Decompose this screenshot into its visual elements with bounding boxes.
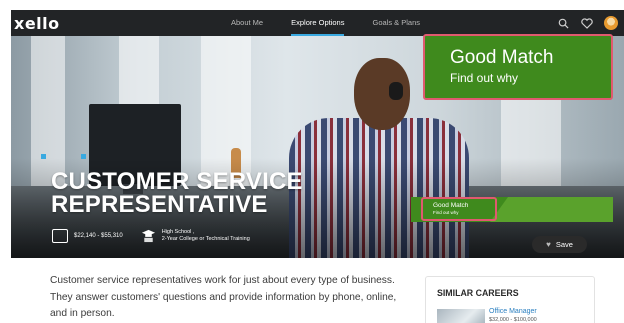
career-profile-page: xello About Me Explore Options Goals & P… <box>0 0 624 323</box>
heart-icon[interactable] <box>580 16 594 30</box>
career-description: Customer service representatives work fo… <box>50 275 397 319</box>
education-line-2: 2-Year College or Technical Training <box>161 235 250 242</box>
good-match-badge[interactable]: Good Match Find out why <box>421 197 497 221</box>
hero-dots <box>41 154 121 159</box>
match-bar-accent <box>490 197 613 222</box>
dot <box>41 154 46 159</box>
good-match-badge-title: Good Match <box>433 202 469 209</box>
nav-icons <box>546 10 618 36</box>
similar-career-salary: $32,000 - $100,000 <box>489 317 537 323</box>
salary-range: $22,140 - $55,310 <box>74 232 123 239</box>
xello-logo[interactable]: xello <box>14 14 60 33</box>
top-nav: xello About Me Explore Options Goals & P… <box>11 10 624 36</box>
avatar[interactable] <box>604 16 618 30</box>
nav-link-explore-options[interactable]: Explore Options <box>291 10 345 36</box>
wallet-icon <box>52 228 68 243</box>
career-title-line-2: REPRESENTATIVE <box>51 191 268 218</box>
graduate-icon <box>141 229 155 243</box>
good-match-card[interactable]: Good Match Find out why <box>423 34 613 100</box>
good-match-title: Good Match <box>450 47 554 68</box>
career-title-line-1: CUSTOMER SERVICE <box>51 168 303 195</box>
save-button[interactable]: ♥ Save <box>532 236 587 253</box>
education-requirements: High School , 2-Year College or Technica… <box>162 229 250 243</box>
nav-links: About Me Explore Options Goals & Plans <box>231 10 448 36</box>
good-match-subtitle: Find out why <box>450 71 519 85</box>
good-match-badge-subtitle: Find out why <box>433 210 459 215</box>
search-icon[interactable] <box>556 16 570 30</box>
nav-link-about-me[interactable]: About Me <box>231 10 263 36</box>
dot <box>81 154 86 159</box>
similar-career-link[interactable]: Office Manager <box>489 308 537 315</box>
career-title: CUSTOMER SERVICE REPRESENTATIVE <box>51 168 303 218</box>
similar-careers-panel: SIMILAR CAREERS Office Manager $32,000 -… <box>425 276 595 323</box>
heart-icon: ♥ <box>546 240 551 249</box>
education-line-1: High School , <box>161 228 195 235</box>
career-thumbnail[interactable] <box>437 309 485 323</box>
similar-careers-heading: SIMILAR CAREERS <box>437 288 519 298</box>
career-info: $22,140 - $55,310 High School , 2-Year C… <box>52 228 250 243</box>
nav-link-goals-plans[interactable]: Goals & Plans <box>372 10 420 36</box>
save-label: Save <box>555 240 573 249</box>
